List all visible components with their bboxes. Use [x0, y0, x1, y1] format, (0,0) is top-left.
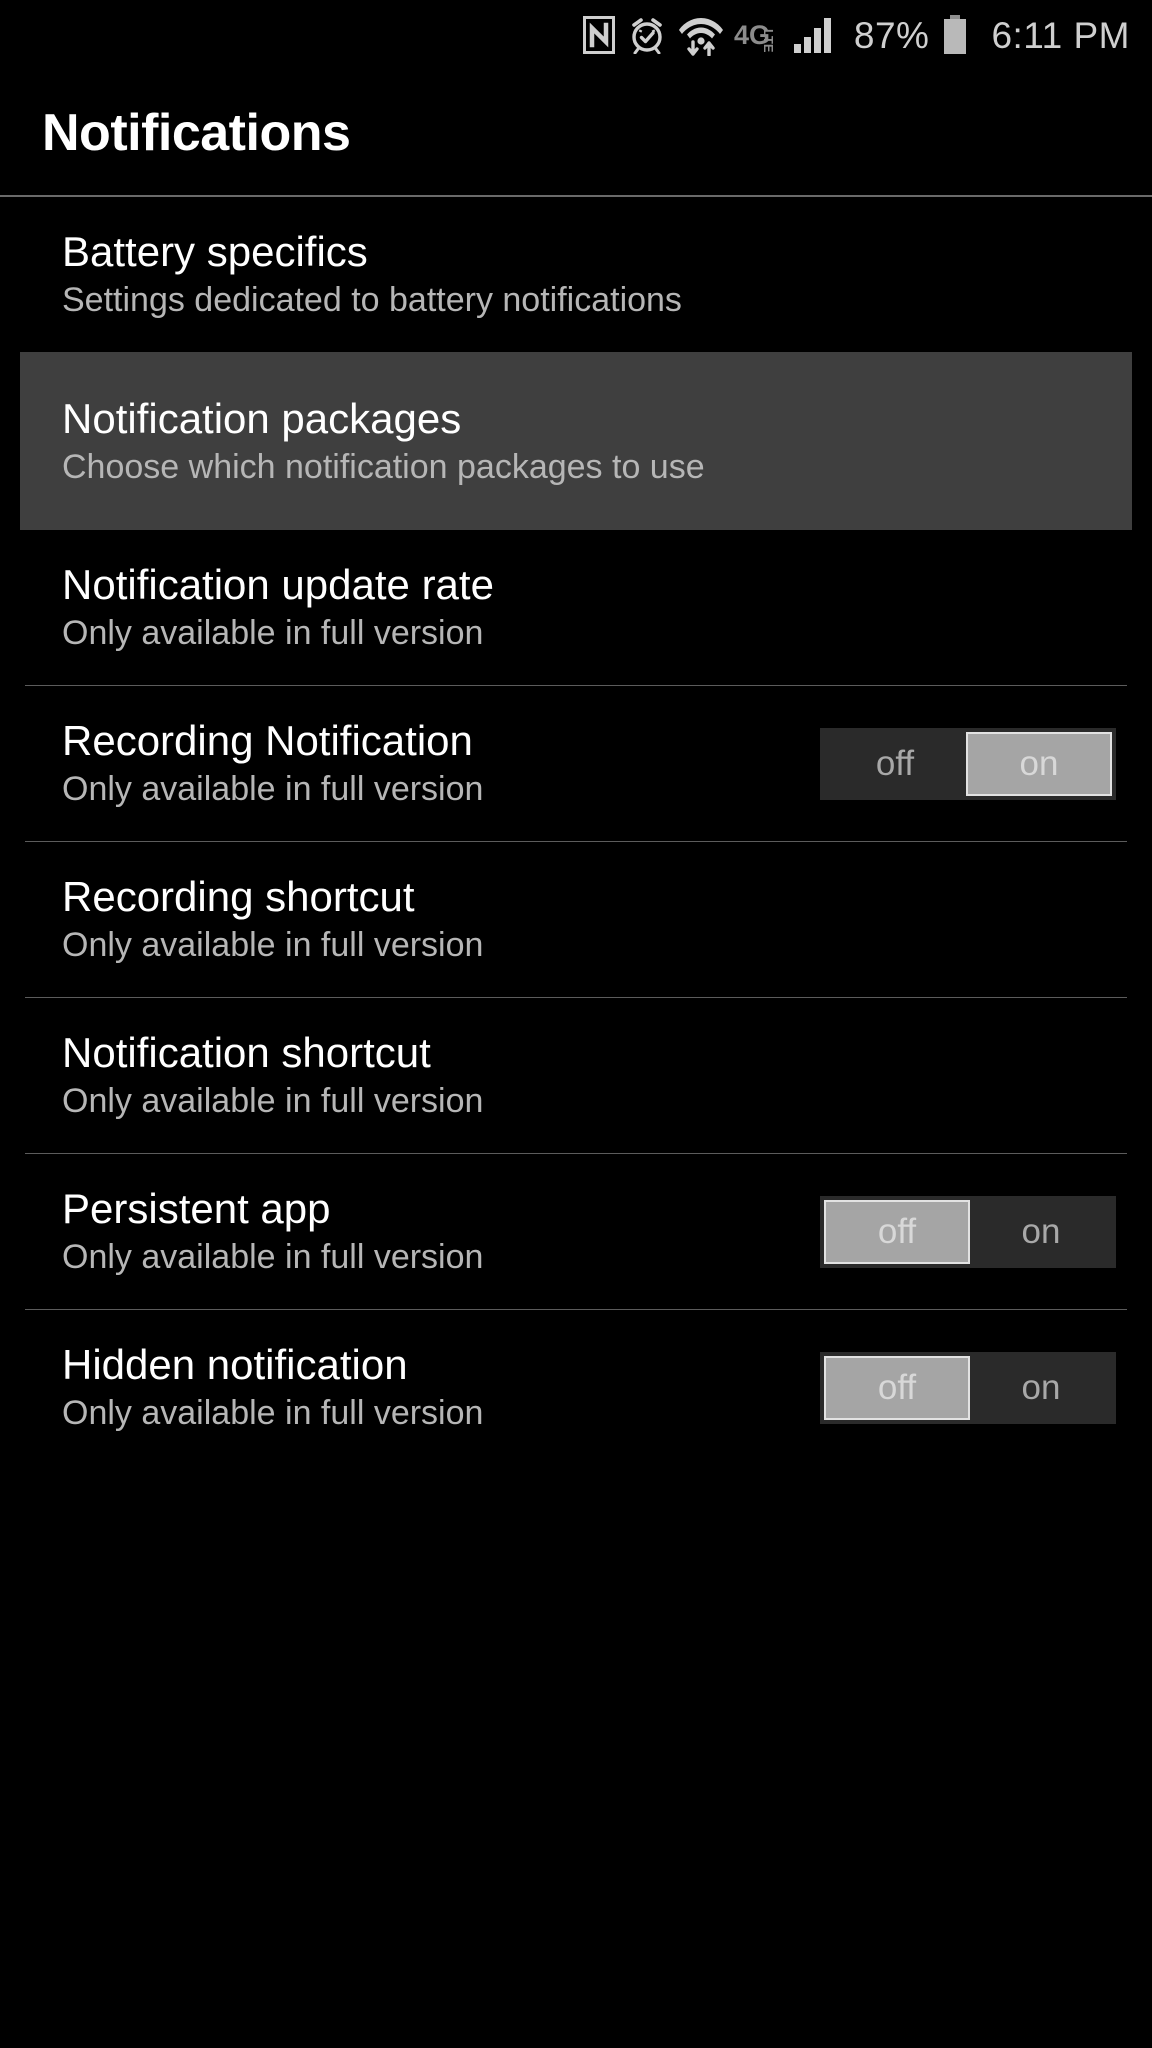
list-item[interactable]: Notification shortcut Only available in f…: [0, 998, 1152, 1153]
list-item-texts: Recording shortcut Only available in full…: [62, 875, 483, 964]
toggle-option-on[interactable]: on: [970, 1200, 1112, 1264]
wifi-data-icon: [678, 14, 723, 57]
list-item[interactable]: Battery specifics Settings dedicated to b…: [0, 197, 1152, 352]
toggle-option-on[interactable]: on: [970, 1356, 1112, 1420]
list-item-title: Notification shortcut: [62, 1029, 431, 1077]
list-item-texts: Battery specifics Settings dedicated to b…: [62, 230, 682, 319]
list-item-title: Notification update rate: [62, 561, 494, 609]
list-item-texts: Notification shortcut Only available in f…: [62, 1031, 483, 1120]
alarm-icon: [628, 16, 666, 55]
list-item-subtitle: Settings dedicated to battery notificati…: [62, 281, 682, 320]
svg-text:LTE: LTE: [761, 29, 776, 52]
list-item-texts: Persistent app Only available in full ver…: [62, 1187, 483, 1276]
toggle-switch[interactable]: off on: [820, 1351, 1116, 1424]
list-item-title: Recording shortcut: [62, 873, 415, 921]
list-item-title: Recording Notification: [62, 717, 473, 765]
settings-list: Battery specifics Settings dedicated to b…: [0, 197, 1152, 1465]
list-item-subtitle: Only available in full version: [62, 1238, 484, 1277]
clock-label: 6:11 PM: [991, 14, 1130, 56]
toggle-option-off[interactable]: off: [824, 1355, 970, 1420]
list-item-title: Notification packages: [62, 394, 462, 442]
toggle-switch[interactable]: off on: [820, 1195, 1116, 1268]
list-item-subtitle: Only available in full version: [62, 1082, 484, 1121]
list-item[interactable]: Notification update rate Only available i…: [0, 530, 1152, 685]
toggle-option-off[interactable]: off: [824, 732, 966, 796]
list-item-texts: Hidden notification Only available in ful…: [62, 1343, 483, 1432]
battery-icon: [942, 15, 968, 55]
status-bar-icons: 4G LTE 87% 6:11 PM: [581, 14, 1130, 57]
list-item[interactable]: Recording shortcut Only available in full…: [0, 842, 1152, 997]
list-item-texts: Notification update rate Only available i…: [62, 563, 494, 652]
list-item[interactable]: Hidden notification Only available in ful…: [0, 1310, 1152, 1465]
list-item-texts: Notification packages Choose which notifi…: [62, 394, 705, 486]
4glte-icon: 4G LTE: [734, 18, 780, 52]
list-item[interactable]: Notification packages Choose which notifi…: [20, 352, 1132, 530]
status-bar: 4G LTE 87% 6:11 PM: [0, 0, 1152, 70]
list-item-texts: Recording Notification Only available in …: [62, 719, 483, 808]
list-item[interactable]: Recording Notification Only available in …: [0, 686, 1152, 841]
list-item-subtitle: Only available in full version: [62, 770, 484, 809]
list-item-subtitle: Choose which notification packages to us…: [62, 447, 705, 486]
list-item-subtitle: Only available in full version: [62, 926, 484, 965]
nfc-icon: [581, 15, 616, 55]
toggle-option-on[interactable]: on: [966, 731, 1112, 796]
list-item-subtitle: Only available in full version: [62, 614, 484, 653]
list-item-title: Battery specifics: [62, 228, 368, 276]
page-title: Notifications: [42, 103, 351, 162]
list-item-title: Hidden notification: [62, 1341, 408, 1389]
toggle-switch[interactable]: off on: [820, 727, 1116, 800]
battery-percent-label: 87%: [853, 14, 930, 56]
list-item-title: Persistent app: [62, 1185, 331, 1233]
page-header: Notifications: [0, 70, 1152, 195]
list-item-subtitle: Only available in full version: [62, 1394, 484, 1433]
list-item[interactable]: Persistent app Only available in full ver…: [0, 1154, 1152, 1309]
toggle-option-off[interactable]: off: [824, 1199, 970, 1264]
signal-icon: [793, 16, 835, 54]
